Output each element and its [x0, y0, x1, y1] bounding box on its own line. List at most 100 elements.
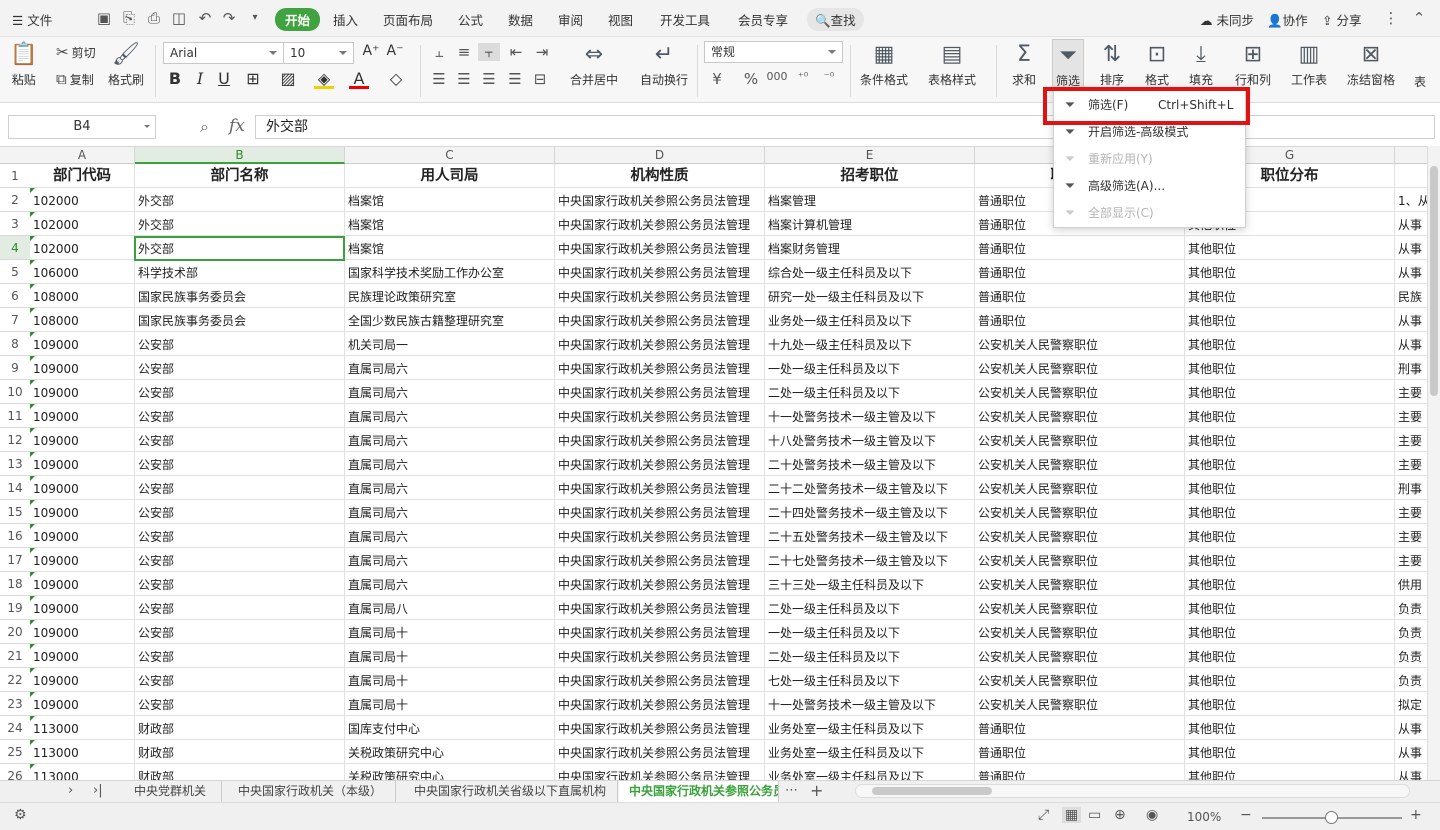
row-header[interactable]: 26 — [0, 764, 30, 780]
scrollbar-thumb[interactable] — [1430, 166, 1438, 396]
table-cell[interactable]: 102000 — [30, 212, 135, 236]
table-cell[interactable]: 其他职位 — [1185, 764, 1395, 780]
table-cell[interactable]: 业务处室一级主任科员及以下 — [765, 716, 975, 740]
sheet-tab[interactable]: 中央国家行政机关省级以下直属机构 — [404, 781, 618, 802]
row-header[interactable]: 22 — [0, 668, 30, 692]
print-preview-icon[interactable]: ◫ — [170, 9, 188, 27]
more-sheets-icon[interactable]: ⋯ — [785, 783, 798, 798]
file-menu[interactable]: ☰ 文件 — [12, 10, 52, 29]
table-cell[interactable]: 负责 — [1395, 668, 1427, 692]
table-cell[interactable]: 其他职位 — [1185, 332, 1395, 356]
table-cell[interactable]: 109000 — [30, 500, 135, 524]
table-cell[interactable]: 公安部 — [135, 644, 345, 668]
table-cell[interactable]: 直属司局十 — [345, 668, 555, 692]
row-header[interactable]: 14 — [0, 476, 30, 500]
table-cell[interactable]: 外交部 — [135, 236, 345, 260]
row-header[interactable]: 12 — [0, 428, 30, 452]
align-middle-icon[interactable]: ≡ — [453, 43, 475, 61]
table-cell[interactable]: 109000 — [30, 356, 135, 380]
borders-icon[interactable]: ⊞ — [243, 69, 263, 88]
save-icon[interactable]: ▣ — [95, 9, 113, 27]
table-cell[interactable]: 中央国家行政机关参照公务员法管理 — [555, 620, 765, 644]
table-cell[interactable]: 公安部 — [135, 476, 345, 500]
table-cell[interactable]: 主要 — [1395, 524, 1427, 548]
filter-button[interactable]: ⏷ 筛选 — [1052, 39, 1085, 92]
table-cell[interactable]: 中央国家行政机关参照公务员法管理 — [555, 716, 765, 740]
table-cell[interactable]: 二处一级主任科员及以下 — [765, 596, 975, 620]
row-header[interactable]: 5 — [0, 260, 30, 284]
wrap-text-button[interactable]: ↵ 自动换行 — [640, 41, 688, 88]
tab-formulas[interactable]: 公式 — [458, 10, 483, 29]
table-cell[interactable]: 供用 — [1395, 572, 1427, 596]
table-cell[interactable]: 普通职位 — [975, 260, 1185, 284]
table-cell[interactable]: 负责 — [1395, 596, 1427, 620]
more-options-icon[interactable]: ⋮ — [1382, 9, 1400, 27]
table-cell[interactable]: 二十处警务技术一级主管及以下 — [765, 452, 975, 476]
table-cell[interactable]: 102000 — [30, 188, 135, 212]
table-cell[interactable]: 直属司局六 — [345, 476, 555, 500]
table-cell[interactable]: 其他职位 — [1185, 524, 1395, 548]
table-cell[interactable]: 公安部 — [135, 620, 345, 644]
table-cell[interactable]: 业务处一级主任科员及以下 — [765, 308, 975, 332]
tab-member[interactable]: 会员专享 — [738, 10, 788, 29]
table-cell[interactable]: 中央国家行政机关参照公务员法管理 — [555, 692, 765, 716]
copy-button[interactable]: ⧉ 复制 — [56, 70, 94, 88]
table-cell[interactable]: 业务处室一级主任科员及以下 — [765, 764, 975, 780]
table-cell[interactable]: 公安机关人民警察职位 — [975, 668, 1185, 692]
table-cell[interactable]: 公安机关人民警察职位 — [975, 452, 1185, 476]
tab-data[interactable]: 数据 — [508, 10, 533, 29]
add-sheet-icon[interactable]: + — [810, 781, 823, 800]
row-header[interactable]: 10 — [0, 380, 30, 404]
table-cell[interactable]: 财政部 — [135, 740, 345, 764]
table-cell[interactable]: 十九处一级主任科员及以下 — [765, 332, 975, 356]
tab-insert[interactable]: 插入 — [333, 10, 358, 29]
table-cell[interactable]: 直属司局六 — [345, 500, 555, 524]
table-cell[interactable]: 档案财务管理 — [765, 236, 975, 260]
row-header[interactable]: 7 — [0, 308, 30, 332]
column-header[interactable]: A — [30, 147, 135, 164]
table-cell[interactable]: 从事 — [1395, 236, 1427, 260]
table-cell[interactable]: 中央国家行政机关参照公务员法管理 — [555, 308, 765, 332]
table-cell[interactable]: 中央国家行政机关参照公务员法管理 — [555, 404, 765, 428]
table-cell[interactable]: 109000 — [30, 380, 135, 404]
tab-review[interactable]: 审阅 — [558, 10, 583, 29]
merge-center-button[interactable]: ⇔ 合并居中 — [570, 41, 618, 88]
row-col-button[interactable]: ⊞ 行和列 — [1235, 41, 1271, 88]
vertical-scrollbar[interactable] — [1427, 146, 1440, 780]
table-cell[interactable]: 从事 — [1395, 764, 1427, 780]
table-cell[interactable]: 普通职位 — [975, 740, 1185, 764]
currency-icon[interactable]: ¥ — [706, 70, 728, 88]
table-cell[interactable]: 从事 — [1395, 332, 1427, 356]
increase-indent-icon[interactable]: ⇥ — [531, 43, 553, 61]
italic-icon[interactable]: I — [190, 69, 210, 88]
table-cell[interactable]: 109000 — [30, 572, 135, 596]
table-cell[interactable]: 外交部 — [135, 212, 345, 236]
table-cell[interactable]: 公安机关人民警察职位 — [975, 572, 1185, 596]
table-cell[interactable]: 中央国家行政机关参照公务员法管理 — [555, 452, 765, 476]
table-cell[interactable]: 1、从 — [1395, 188, 1427, 212]
table-cell[interactable]: 中央国家行政机关参照公务员法管理 — [555, 596, 765, 620]
table-cell[interactable]: 直属司局六 — [345, 356, 555, 380]
format-painter-button[interactable]: 🖌 格式刷 — [108, 41, 144, 88]
sync-status[interactable]: ☁ 未同步 — [1200, 10, 1254, 29]
paste-button[interactable]: 📋 粘贴 — [10, 41, 37, 88]
table-cell[interactable]: 直属司局十 — [345, 620, 555, 644]
row-header[interactable]: 1 — [0, 164, 30, 188]
table-cell[interactable]: 中央国家行政机关参照公务员法管理 — [555, 740, 765, 764]
table-cell[interactable]: 公安部 — [135, 668, 345, 692]
table-cell[interactable]: 国家民族事务委员会 — [135, 308, 345, 332]
table-cell[interactable]: 业务处室一级主任科员及以下 — [765, 740, 975, 764]
table-cell[interactable]: 十一处警务技术一级主管及以下 — [765, 692, 975, 716]
tab-view[interactable]: 视图 — [608, 10, 633, 29]
table-cell[interactable]: 直属司局六 — [345, 380, 555, 404]
table-cell[interactable]: 109000 — [30, 476, 135, 500]
table-cell[interactable]: 二十四处警务技术一级主管及以下 — [765, 500, 975, 524]
column-header[interactable]: D — [555, 147, 765, 164]
font-color-icon[interactable]: A — [349, 69, 369, 89]
decrease-decimal-icon[interactable]: ⁻⁰ — [818, 70, 840, 83]
normal-view-icon[interactable]: ▦ — [1062, 807, 1082, 823]
fill-color-icon[interactable]: ◈ — [314, 69, 334, 89]
table-cell[interactable]: 主要 — [1395, 404, 1427, 428]
table-cell[interactable]: 其他职位 — [1185, 620, 1395, 644]
export-icon[interactable]: ⎘ — [120, 9, 138, 27]
